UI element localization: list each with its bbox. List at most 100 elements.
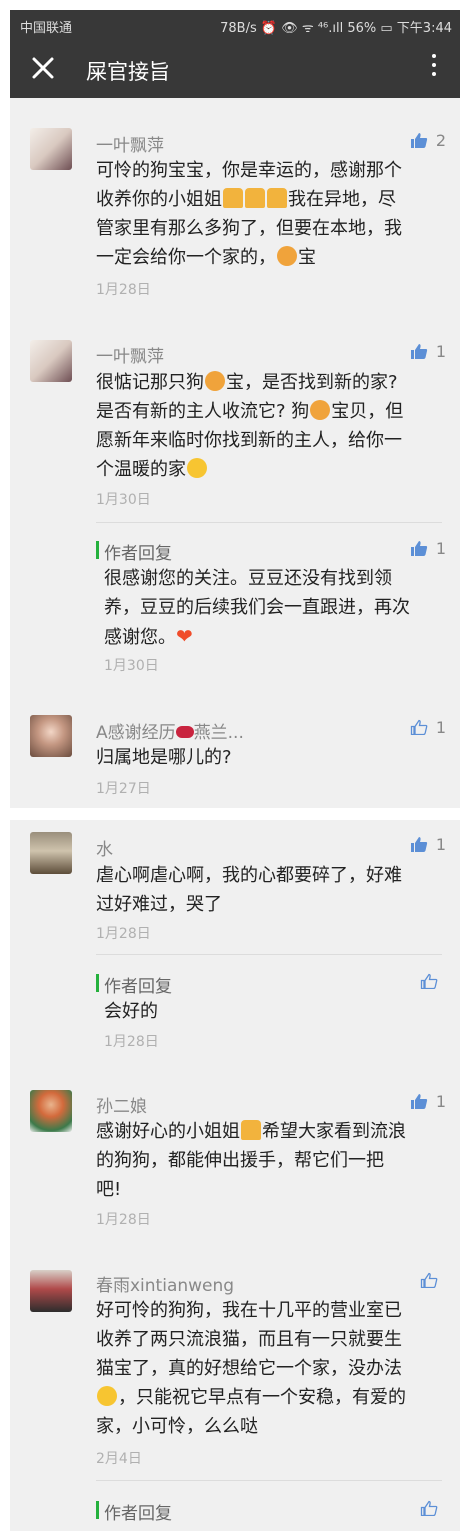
dog-emoji-icon	[277, 246, 297, 266]
commenter-name[interactable]: 春雨xintianweng	[96, 1271, 234, 1296]
avatar[interactable]	[30, 715, 72, 757]
reply-line: 很感谢您的关注。豆豆还没有找到领	[104, 568, 392, 589]
pray-emoji-icon	[245, 188, 265, 208]
like-button[interactable]: 2	[410, 131, 446, 150]
thumbs-up-outline-icon	[420, 1500, 438, 1516]
thumbs-up-icon	[410, 837, 427, 852]
like-button[interactable]: 1	[410, 718, 446, 737]
status-indicators: 78B/s ⏰ 👁 ᯤ ⁴⁶.ıll 56% ▭ 下午3:44	[220, 21, 452, 36]
thumbs-up-icon	[410, 344, 427, 359]
like-count: 2	[435, 131, 446, 150]
comment-date: 1月28日	[96, 282, 151, 298]
pray-emoji-icon	[241, 1120, 261, 1140]
reply-date: 1月30日	[104, 658, 159, 674]
comment-line: 吧!	[96, 1179, 122, 1200]
reply-date: 1月28日	[104, 1034, 159, 1050]
like-count: 1	[435, 718, 446, 737]
comment-date: 1月28日	[96, 926, 151, 942]
avatar[interactable]	[30, 1270, 72, 1312]
like-button[interactable]	[420, 972, 446, 991]
commenter-name[interactable]: A感谢经历 燕兰...	[96, 718, 244, 743]
comment-line: 好可怜的狗狗，我在十几平的营业室已	[96, 1300, 402, 1321]
comment-text: 虐心啊虐心啊，我的心都要碎了，好难 过好难过，哭了	[96, 861, 442, 919]
commenter-name[interactable]: 孙二娘	[96, 1092, 147, 1117]
comment-line: 猫宝了，真的好想给它一个家，没办法	[96, 1358, 402, 1379]
author-reply-label: 作者回复	[104, 1504, 172, 1524]
comment-line: 过好难过，哭了	[96, 894, 222, 915]
lips-emoji-icon	[175, 726, 194, 738]
crying-emoji-icon	[187, 458, 207, 478]
like-button[interactable]	[420, 1271, 446, 1290]
reply-line: 感谢您。	[104, 627, 176, 648]
more-options-icon[interactable]	[430, 54, 438, 84]
commenter-name[interactable]: 水	[96, 835, 113, 860]
status-bar: 中国联通 78B/s ⏰ 👁 ᯤ ⁴⁶.ıll 56% ▭ 下午3:44	[10, 10, 460, 40]
heart-emoji-icon: ❤	[176, 624, 193, 648]
comment-line: ，只能祝它早点有一个安稳，有爱的	[118, 1387, 406, 1408]
reply-line: 会好的	[104, 1001, 158, 1022]
comment-text: 可怜的狗宝宝，你是幸运的，感谢那个 收养你的小姐姐 我在异地，尽 管家里有那么多狗…	[96, 156, 442, 272]
comment-date: 2月4日	[96, 1451, 142, 1467]
like-button[interactable]: 1	[410, 342, 446, 361]
reply-line: 养，豆豆的后续我们会一直跟进，再次	[104, 597, 410, 618]
thumbs-up-icon	[410, 541, 427, 556]
like-count: 1	[435, 539, 446, 558]
comment-line: 收养你的小姐姐	[96, 189, 222, 210]
comment-line: 个温暖的家	[96, 459, 186, 480]
comment-line: 感谢好心的小姐姐	[96, 1121, 240, 1142]
commenter-name[interactable]: 一叶飘萍	[96, 131, 164, 156]
comment-line: 可怜的狗宝宝，你是幸运的，感谢那个	[96, 160, 402, 181]
commenter-name-suffix: 燕兰...	[193, 723, 244, 743]
author-reply-label: 作者回复	[104, 544, 172, 564]
comment-line: 一定会给你一个家的，	[96, 247, 276, 268]
reply-accent-bar	[96, 974, 99, 992]
divider	[96, 954, 442, 955]
avatar[interactable]	[30, 128, 72, 170]
like-count: 1	[435, 342, 446, 361]
author-reply-label: 作者回复	[104, 977, 172, 997]
comment-text: 好可怜的狗狗，我在十几平的营业室已 收养了两只流浪猫，而且有一只就要生 猫宝了，…	[96, 1296, 442, 1441]
thumbs-up-icon	[410, 133, 427, 148]
like-button[interactable]	[420, 1499, 446, 1518]
comment-line: 我在异地，尽	[288, 189, 396, 210]
divider	[96, 1480, 442, 1481]
like-button[interactable]: 1	[410, 539, 446, 558]
comments-panel-1: 一叶飘萍 2 可怜的狗宝宝，你是幸运的，感谢那个 收养你的小姐姐 我在异地，尽 管…	[10, 98, 460, 808]
like-count: 1	[435, 835, 446, 854]
comment-date: 1月28日	[96, 1212, 151, 1228]
pray-emoji-icon	[223, 188, 243, 208]
app-bar: 屎官接旨	[10, 40, 460, 98]
comments-panel-2: 水 1 虐心啊虐心啊，我的心都要碎了，好难 过好难过，哭了 1月28日 作者回复…	[10, 820, 460, 1531]
comment-line: 很惦记那只狗	[96, 372, 204, 393]
pray-emoji-icon	[267, 188, 287, 208]
close-icon[interactable]	[28, 53, 58, 83]
comment-line: 归属地是哪儿的?	[96, 747, 232, 768]
comment-line: 收养了两只流浪猫，而且有一只就要生	[96, 1329, 402, 1350]
comment-line: 宝	[298, 247, 316, 268]
comment-line: 的狗狗，都能伸出援手，帮它们一把	[96, 1150, 384, 1171]
dog-emoji-icon	[205, 371, 225, 391]
reply-text: 很感谢您的关注。豆豆还没有找到领 养，豆豆的后续我们会一直跟进，再次 感谢您。❤	[104, 564, 434, 652]
comment-line: 愿新年来临时你找到新的主人，给你一	[96, 430, 402, 451]
sad-emoji-icon	[97, 1386, 117, 1406]
avatar[interactable]	[30, 340, 72, 382]
avatar[interactable]	[30, 1090, 72, 1132]
comment-date: 1月27日	[96, 781, 151, 797]
like-button[interactable]: 1	[410, 1092, 446, 1111]
like-count: 1	[435, 1092, 446, 1111]
comment-line: 是否有新的主人收流它? 狗	[96, 401, 310, 422]
comment-line: 家，小可怜，么么哒	[96, 1416, 258, 1437]
carrier-label: 中国联通	[20, 21, 73, 36]
dog-emoji-icon	[310, 400, 331, 420]
thumbs-up-outline-icon	[420, 973, 438, 989]
reply-accent-bar	[96, 541, 99, 559]
like-button[interactable]: 1	[410, 835, 446, 854]
comment-text: 很惦记那只狗 宝，是否找到新的家? 是否有新的主人收流它? 狗宝贝，但 愿新年来临…	[96, 368, 442, 484]
divider	[96, 522, 442, 523]
avatar[interactable]	[30, 832, 72, 874]
comment-line: 宝贝，但	[331, 401, 404, 422]
commenter-name-text: A感谢经历	[96, 723, 176, 743]
comment-text: 归属地是哪儿的?	[96, 743, 442, 772]
commenter-name[interactable]: 一叶飘萍	[96, 342, 164, 367]
reply-text: 会好的	[104, 997, 434, 1026]
